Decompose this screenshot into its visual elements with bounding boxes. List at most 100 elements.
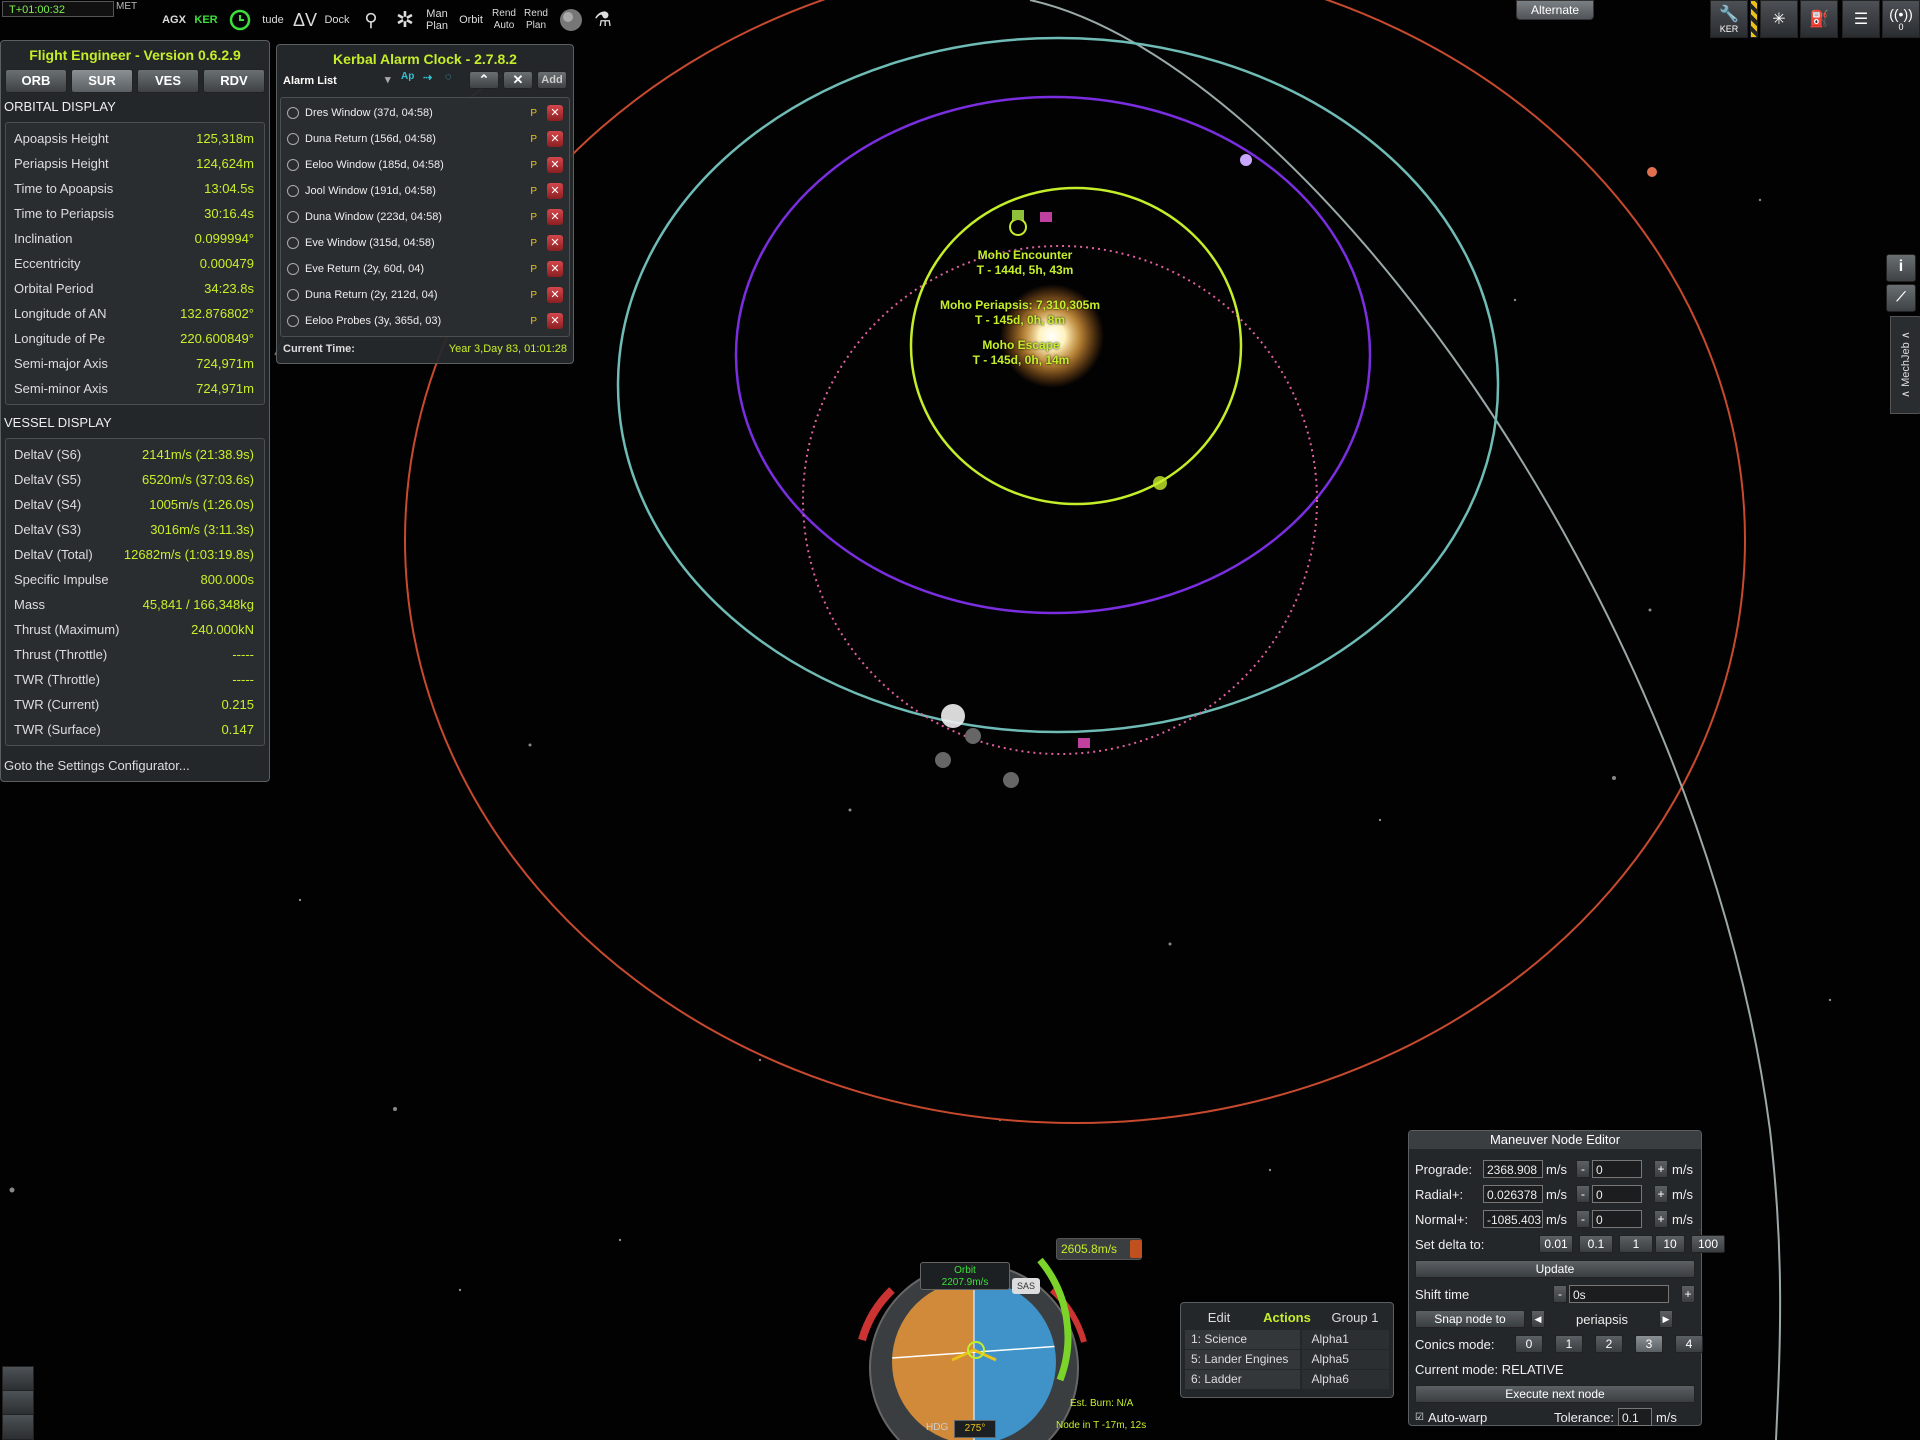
orbital-label: Inclination xyxy=(14,231,73,246)
conics-1-button[interactable]: 1 xyxy=(1555,1335,1583,1353)
settings-configurator-link[interactable]: Goto the Settings Configurator... xyxy=(1,746,269,785)
alarm-item[interactable]: Eeloo Probes (3y, 365d, 03) P ✕ xyxy=(281,308,569,334)
crew-icon[interactable] xyxy=(2,1390,34,1416)
radial-plus[interactable]: + xyxy=(1654,1185,1668,1203)
mechjeb-tab[interactable]: ∧ MechJeb ∧ xyxy=(1890,316,1920,414)
delete-alarm-icon[interactable]: ✕ xyxy=(547,235,563,251)
conics-2-button[interactable]: 2 xyxy=(1595,1335,1623,1353)
tolerance-input[interactable]: 0.1 xyxy=(1617,1408,1652,1426)
execute-next-node-button[interactable]: Execute next node xyxy=(1415,1385,1695,1403)
normal-delta-input[interactable]: 0 xyxy=(1592,1210,1642,1228)
tab-orb[interactable]: ORB xyxy=(5,69,67,93)
alternate-button[interactable]: Alternate xyxy=(1516,0,1594,20)
attitude-button[interactable]: tude xyxy=(258,4,288,36)
update-button[interactable]: Update xyxy=(1415,1260,1695,1278)
checklist-icon[interactable]: ☰ xyxy=(1842,0,1880,38)
conics-0-button[interactable]: 0 xyxy=(1515,1335,1543,1353)
alarm-item[interactable]: Duna Window (223d, 04:58) P ✕ xyxy=(281,204,569,230)
delete-alarm-icon[interactable]: ✕ xyxy=(547,131,563,147)
normal-minus[interactable]: - xyxy=(1576,1210,1590,1228)
dock-button[interactable]: Dock xyxy=(322,4,352,36)
antenna-icon[interactable]: ((•)) 0 xyxy=(1882,0,1920,38)
orbit-button[interactable]: Orbit xyxy=(456,4,486,36)
camera-icon[interactable] xyxy=(2,1366,34,1392)
tab-rdv[interactable]: RDV xyxy=(203,69,265,93)
tab-sur[interactable]: SUR xyxy=(71,69,133,93)
alarm-item[interactable]: Dres Window (37d, 04:58) P ✕ xyxy=(281,100,569,126)
collapse-button[interactable]: ⌃ xyxy=(469,71,499,89)
action-group-row[interactable]: 1: Science Alpha1 xyxy=(1185,1330,1389,1349)
autowarp-checkbox[interactable]: ☑ xyxy=(1415,1412,1424,1423)
tab-ves[interactable]: VES xyxy=(137,69,199,93)
delete-alarm-icon[interactable]: ✕ xyxy=(547,209,563,225)
delete-alarm-icon[interactable]: ✕ xyxy=(547,261,563,277)
filter-icon[interactable]: ▾ xyxy=(385,73,391,86)
speed-display[interactable]: Orbit 2207.9m/s xyxy=(920,1262,1010,1290)
map-view[interactable]: Moho Encounter T - 144d, 5h, 43m Moho Pe… xyxy=(0,0,1920,1440)
delete-alarm-icon[interactable]: ✕ xyxy=(547,313,563,329)
delete-alarm-icon[interactable]: ✕ xyxy=(547,105,563,121)
delta-0-1-button[interactable]: 0.1 xyxy=(1579,1235,1613,1253)
burn-dv-close[interactable] xyxy=(1130,1240,1142,1258)
delete-alarm-icon[interactable]: ✕ xyxy=(547,183,563,199)
alarm-item[interactable]: Eve Window (315d, 04:58) P ✕ xyxy=(281,230,569,256)
clock-icon[interactable] xyxy=(226,4,254,36)
conics-3-button[interactable]: 3 xyxy=(1635,1335,1663,1353)
maneuver-filter-icon[interactable]: ⇢ xyxy=(423,71,432,84)
rend-plan-button[interactable]: Rend Plan xyxy=(520,4,552,36)
tab-actions[interactable]: Actions xyxy=(1253,1307,1321,1329)
normal-input[interactable]: -1085.403 xyxy=(1483,1210,1543,1228)
agx-button[interactable]: AGX xyxy=(160,4,188,36)
alarm-item[interactable]: Eeloo Window (185d, 04:58) P ✕ xyxy=(281,152,569,178)
graph-icon[interactable]: ⟋ xyxy=(1886,284,1916,312)
radial-minus[interactable]: - xyxy=(1576,1185,1590,1203)
delete-alarm-icon[interactable]: ✕ xyxy=(547,157,563,173)
delta-100-button[interactable]: 100 xyxy=(1691,1235,1725,1253)
eye-icon[interactable] xyxy=(2,1414,34,1440)
shift-time-input[interactable]: 0s xyxy=(1569,1285,1669,1303)
lander-icon[interactable]: ⚲ xyxy=(356,4,386,36)
ker-button[interactable]: KER xyxy=(192,4,220,36)
hdg-value: 275° xyxy=(954,1420,996,1438)
delta-1-button[interactable]: 1 xyxy=(1619,1235,1653,1253)
snap-next-button[interactable]: ▶ xyxy=(1659,1310,1673,1328)
alarm-item[interactable]: Jool Window (191d, 04:58) P ✕ xyxy=(281,178,569,204)
fuel-icon[interactable]: ⛽ xyxy=(1800,0,1838,38)
alarm-item[interactable]: Duna Return (2y, 212d, 04) P ✕ xyxy=(281,282,569,308)
prograde-minus[interactable]: - xyxy=(1576,1160,1590,1178)
tab-edit[interactable]: Edit xyxy=(1185,1307,1253,1329)
update-row: Update xyxy=(1415,1259,1695,1279)
flask-icon[interactable]: ⚗ xyxy=(588,4,618,36)
delete-alarm-icon[interactable]: ✕ xyxy=(547,287,563,303)
man-plan-button[interactable]: Man Plan xyxy=(422,4,452,36)
radial-input[interactable]: 0.026378 xyxy=(1483,1185,1543,1203)
alarm-item[interactable]: Duna Return (156d, 04:58) P ✕ xyxy=(281,126,569,152)
prograde-plus[interactable]: + xyxy=(1654,1160,1668,1178)
prograde-delta-input[interactable]: 0 xyxy=(1592,1160,1642,1178)
info-button[interactable]: i xyxy=(1886,254,1916,282)
snap-prev-button[interactable]: ◀ xyxy=(1531,1310,1545,1328)
shift-plus[interactable]: + xyxy=(1681,1285,1695,1303)
ap-filter[interactable]: Ap xyxy=(401,71,414,82)
delta-0-01-button[interactable]: 0.01 xyxy=(1539,1235,1573,1253)
shift-minus[interactable]: - xyxy=(1553,1285,1567,1303)
add-alarm-button[interactable]: Add xyxy=(537,71,567,89)
snap-node-button[interactable]: Snap node to xyxy=(1415,1310,1525,1328)
delta-v-button[interactable]: ΔV xyxy=(290,4,320,36)
sphere-icon[interactable] xyxy=(556,4,586,36)
delta-10-button[interactable]: 10 xyxy=(1655,1235,1685,1253)
soi-filter-icon[interactable]: ◌ xyxy=(445,71,452,83)
action-group-row[interactable]: 6: Ladder Alpha6 xyxy=(1185,1370,1389,1389)
prograde-input[interactable]: 2368.908 xyxy=(1483,1160,1543,1178)
settings-icon[interactable]: ✕ xyxy=(503,71,533,89)
science-icon[interactable]: ✳ xyxy=(1760,0,1798,38)
conics-4-button[interactable]: 4 xyxy=(1675,1335,1703,1353)
tab-group-1[interactable]: Group 1 xyxy=(1321,1307,1389,1329)
alarm-item[interactable]: Eve Return (2y, 60d, 04) P ✕ xyxy=(281,256,569,282)
radial-delta-input[interactable]: 0 xyxy=(1592,1185,1642,1203)
rend-auto-button[interactable]: Rend Auto xyxy=(488,4,520,36)
ker-app-button[interactable]: 🔧 KER xyxy=(1710,0,1748,38)
action-group-row[interactable]: 5: Lander Engines Alpha5 xyxy=(1185,1350,1389,1369)
gear-icon[interactable]: ✲ xyxy=(390,4,420,36)
normal-plus[interactable]: + xyxy=(1654,1210,1668,1228)
